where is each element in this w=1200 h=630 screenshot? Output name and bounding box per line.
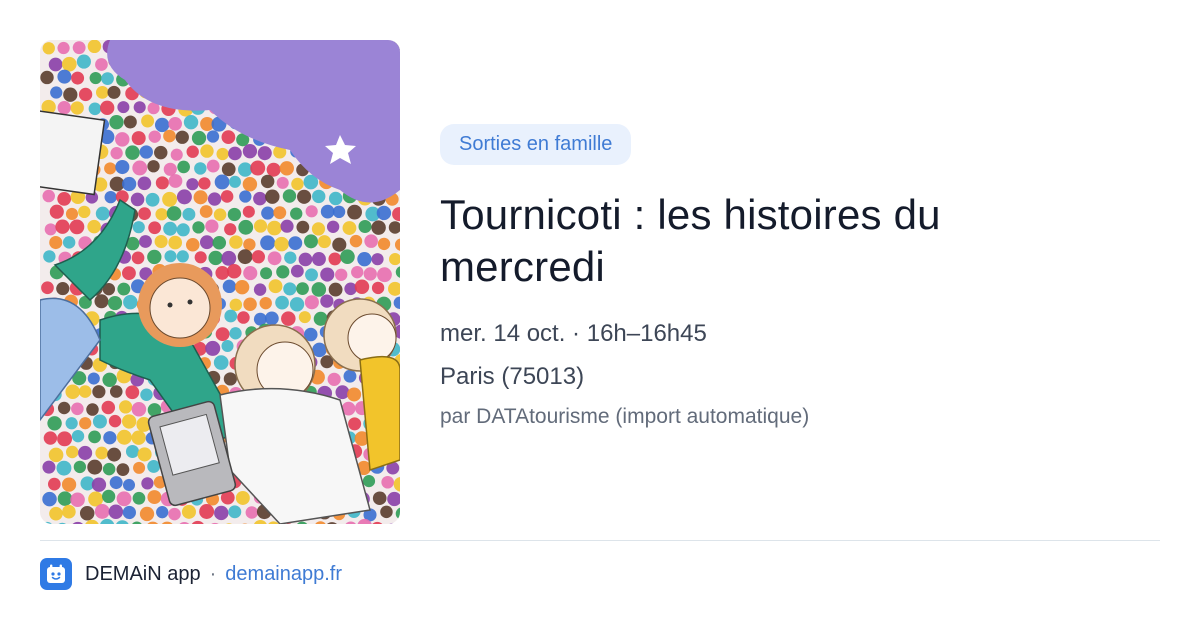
- event-title[interactable]: Tournicoti : les histoires du mercredi: [440, 189, 1040, 293]
- event-image[interactable]: [40, 40, 400, 524]
- footer-separator: ·: [209, 562, 217, 585]
- app-domain-link[interactable]: demainapp.fr: [225, 563, 342, 586]
- event-illustration: [40, 40, 400, 524]
- category-badge[interactable]: Sorties en famille: [440, 124, 632, 165]
- footer: DEMAiN app · demainapp.fr: [40, 558, 342, 590]
- event-details: Sorties en famille Tournicoti : les hist…: [440, 124, 1160, 431]
- calendar-face-icon[interactable]: [40, 558, 72, 590]
- footer-divider: [40, 540, 1160, 541]
- event-date: mer. 14 oct. · 16h–16h45: [440, 320, 707, 347]
- event-location: Paris (75013): [440, 363, 585, 390]
- app-name: DEMAiN app: [85, 562, 201, 585]
- event-source: par DATAtourisme (import automatique): [440, 405, 810, 428]
